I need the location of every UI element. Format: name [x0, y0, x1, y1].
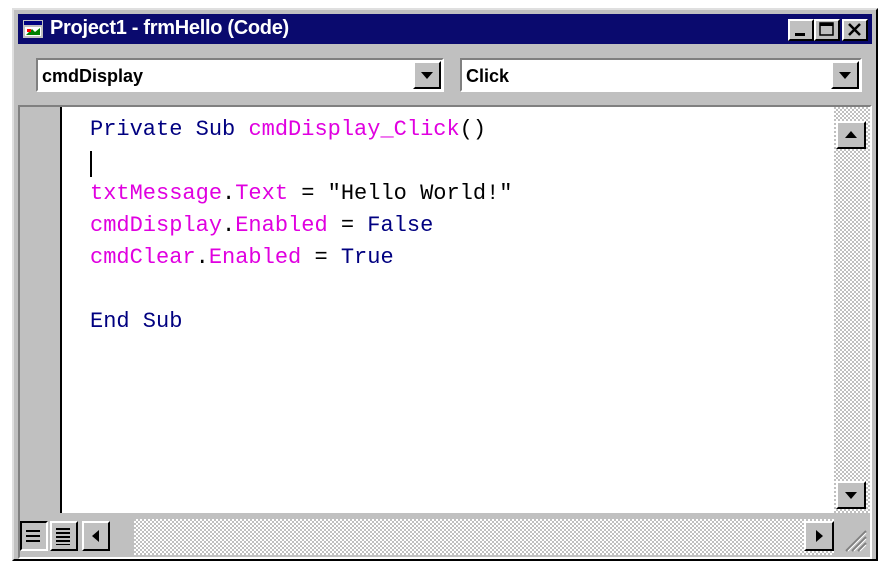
code-line-1: Private Sub cmdDisplay_Click() — [90, 115, 486, 145]
chevron-down-icon — [421, 72, 433, 79]
text-caret — [90, 151, 92, 177]
title-bar[interactable]: Project1 - frmHello (Code) — [18, 14, 872, 44]
code-editor: Private Sub cmdDisplay_Click() txtMessag… — [18, 105, 872, 559]
maximize-button[interactable] — [814, 19, 840, 41]
arrow-right-icon — [816, 530, 823, 542]
keyword: True — [340, 245, 394, 270]
code-text: = — [327, 213, 368, 238]
minimize-icon — [795, 33, 805, 36]
vertical-scrollbar[interactable] — [834, 107, 870, 513]
full-module-view-button[interactable] — [50, 521, 78, 551]
maximize-icon — [819, 22, 834, 36]
keyword: Private Sub — [90, 117, 249, 142]
code-text: . — [195, 245, 209, 270]
bottom-bar — [20, 513, 870, 557]
identifier: Enabled — [235, 213, 328, 238]
identifier: cmdDisplay_Click — [248, 117, 460, 142]
identifier: Enabled — [208, 245, 302, 270]
scroll-up-button[interactable] — [836, 121, 866, 149]
scroll-right-button[interactable] — [804, 521, 834, 551]
vb-form-icon — [23, 20, 43, 38]
code-text: = "Hello World!" — [288, 181, 513, 206]
identifier: txtMessage — [90, 181, 223, 206]
code-text-area[interactable]: Private Sub cmdDisplay_Click() txtMessag… — [62, 107, 834, 513]
arrow-up-icon — [845, 131, 857, 138]
close-icon — [848, 23, 861, 36]
procedure-dropdown[interactable]: Click — [460, 58, 862, 92]
object-dropdown[interactable]: cmdDisplay — [36, 58, 444, 92]
code-line-7: End Sub — [90, 307, 182, 337]
window-title: Project1 - frmHello (Code) — [50, 17, 289, 39]
full-module-view-icon — [56, 528, 70, 545]
code-window: Project1 - frmHello (Code) cmdDisplay Cl… — [12, 8, 878, 561]
procedure-dropdown-value: Click — [466, 66, 510, 86]
identifier: cmdDisplay — [90, 213, 223, 238]
arrow-left-icon — [92, 530, 99, 542]
object-dropdown-value: cmdDisplay — [42, 66, 144, 86]
chevron-down-icon — [839, 72, 851, 79]
scroll-down-button[interactable] — [836, 481, 866, 509]
code-line-4: cmdDisplay.Enabled = False — [90, 211, 433, 241]
identifier: Text — [235, 181, 289, 206]
procedure-view-icon — [26, 530, 40, 542]
code-text: . — [222, 181, 236, 206]
arrow-down-icon — [845, 492, 857, 499]
code-text: = — [301, 245, 341, 270]
code-line-3: txtMessage.Text = "Hello World!" — [90, 179, 512, 209]
procedure-view-button[interactable] — [20, 521, 48, 551]
keyword: End Sub — [90, 309, 183, 334]
margin-indicator-bar[interactable] — [20, 107, 60, 513]
code-text: . — [222, 213, 236, 238]
minimize-button[interactable] — [788, 19, 814, 41]
keyword: False — [367, 213, 434, 238]
close-button[interactable] — [842, 19, 868, 41]
scroll-left-button[interactable] — [82, 521, 110, 551]
horizontal-scrollbar-track[interactable] — [134, 519, 834, 555]
code-line-5: cmdClear.Enabled = True — [90, 243, 394, 273]
code-text: () — [459, 117, 487, 142]
resize-grip-icon[interactable] — [838, 523, 868, 553]
object-dropdown-button[interactable] — [413, 61, 441, 89]
procedure-dropdown-button[interactable] — [831, 61, 859, 89]
identifier: cmdClear — [90, 245, 196, 270]
